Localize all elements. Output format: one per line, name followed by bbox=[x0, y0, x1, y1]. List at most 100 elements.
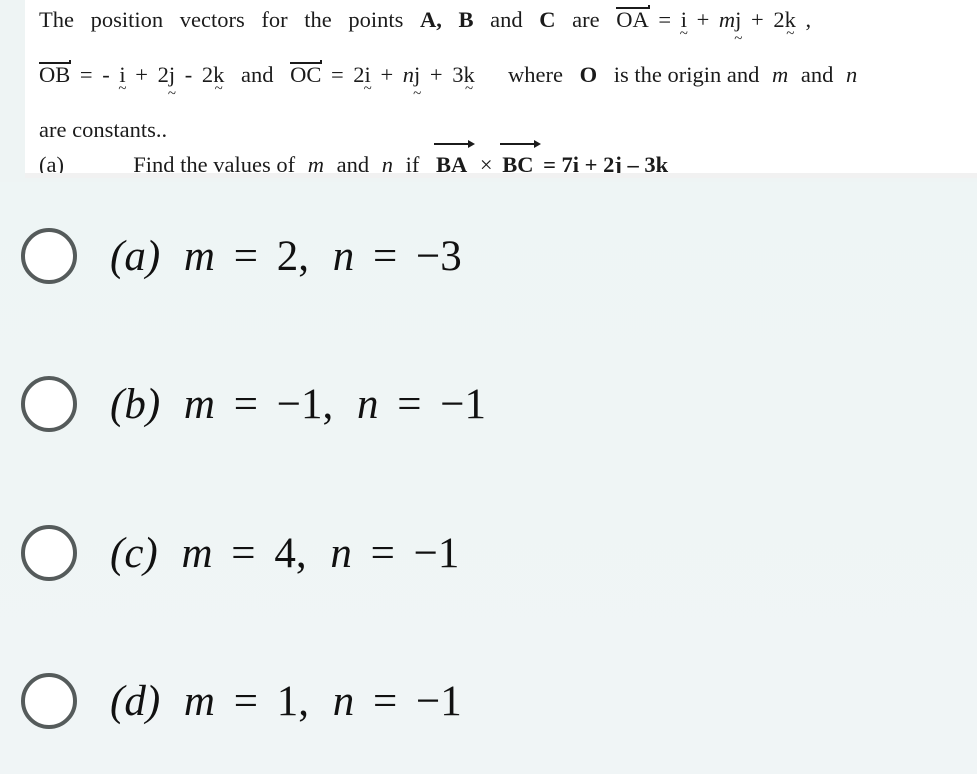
unit-vector-j: j ~ bbox=[167, 62, 176, 102]
variable-n: n bbox=[332, 677, 355, 725]
question-word-and: and bbox=[240, 62, 274, 87]
equals-sign: = bbox=[372, 232, 398, 280]
plus-sign: + bbox=[429, 62, 443, 87]
question-word: vectors bbox=[179, 7, 245, 32]
variable-n: n bbox=[356, 380, 379, 428]
value-n: −1 bbox=[413, 529, 460, 577]
coefficient-two: 2 bbox=[157, 62, 169, 87]
coefficient-two: 2 bbox=[773, 7, 785, 32]
plus-sign: + bbox=[696, 7, 710, 32]
equals-sign: = bbox=[370, 529, 395, 577]
comma: , bbox=[805, 7, 812, 32]
point-label-b: B bbox=[458, 7, 474, 32]
minus-sign: - bbox=[102, 62, 110, 87]
vector-ob: OB bbox=[39, 60, 72, 87]
variable-n: n bbox=[402, 62, 415, 87]
option-tag: (c) bbox=[110, 529, 158, 577]
question-line-2: OB = - i ~ + 2j ~ - 2k ~ and OC = 2i ~ + nj ~… bbox=[39, 60, 971, 102]
answer-options-list: (a) m = 2, n = −3 (b) m = −1, n = −1 (c)… bbox=[0, 182, 977, 774]
question-word: points bbox=[348, 7, 404, 32]
vector-oc: OC bbox=[290, 60, 323, 87]
radio-button-d[interactable] bbox=[21, 673, 77, 729]
unit-vector-i: i ~ bbox=[118, 62, 127, 97]
equals-sign: = bbox=[231, 529, 256, 577]
question-word-and: and bbox=[800, 62, 834, 87]
plus-sign: + bbox=[380, 62, 394, 87]
tilde-accent: ~ bbox=[734, 31, 743, 47]
arrow-icon bbox=[433, 139, 476, 149]
question-line-1: The position vectors for the points A, B… bbox=[39, 5, 971, 47]
answer-option-b[interactable]: (b) m = −1, n = −1 bbox=[0, 368, 977, 440]
value-n: −1 bbox=[440, 380, 487, 428]
equals-sign: = bbox=[330, 62, 344, 87]
unit-vector-k: k ~ bbox=[213, 62, 225, 97]
value-m: 1, bbox=[276, 677, 309, 725]
tilde-accent: ~ bbox=[214, 81, 223, 97]
question-word: The bbox=[39, 7, 74, 32]
value-m: −1, bbox=[276, 380, 334, 428]
point-label-o: O bbox=[579, 62, 598, 87]
multiple-choice-question-page: The position vectors for the points A, B… bbox=[0, 0, 977, 774]
equals-sign: = bbox=[233, 232, 258, 280]
variable-m: m bbox=[181, 529, 213, 577]
option-tag: (d) bbox=[110, 677, 161, 725]
variable-m: m bbox=[183, 232, 215, 280]
answer-option-c-label: (c) m = 4, n = −1 bbox=[110, 532, 459, 575]
equals-sign: = bbox=[658, 7, 672, 32]
tilde-accent: ~ bbox=[679, 26, 688, 42]
equals-sign: = bbox=[397, 380, 422, 428]
radio-button-b[interactable] bbox=[21, 376, 77, 432]
option-tag: (b) bbox=[110, 380, 161, 428]
answer-option-a-label: (a) m = 2, n = −3 bbox=[110, 235, 462, 278]
equals-sign: = bbox=[79, 62, 93, 87]
tilde-accent: ~ bbox=[363, 81, 372, 97]
option-tag: (a) bbox=[110, 232, 161, 280]
radio-button-a[interactable] bbox=[21, 228, 77, 284]
minus-sign: - bbox=[184, 62, 193, 87]
question-phrase: is the origin and bbox=[613, 62, 760, 87]
equals-sign: = bbox=[233, 677, 258, 725]
answer-option-c[interactable]: (c) m = 4, n = −1 bbox=[0, 517, 977, 589]
unit-vector-i: i ~ bbox=[679, 7, 688, 42]
tilde-accent: ~ bbox=[413, 86, 422, 102]
question-word: for bbox=[261, 7, 288, 32]
question-word: the bbox=[304, 7, 332, 32]
answer-option-d-label: (d) m = 1, n = −1 bbox=[110, 680, 462, 723]
variable-m: m bbox=[771, 62, 789, 87]
value-n: −1 bbox=[415, 677, 462, 725]
unit-vector-j: j ~ bbox=[413, 62, 422, 102]
variable-n: n bbox=[332, 232, 355, 280]
equals-sign: = bbox=[372, 677, 398, 725]
answer-option-d[interactable]: (d) m = 1, n = −1 bbox=[0, 665, 977, 737]
variable-m: m bbox=[718, 7, 736, 32]
panel-bottom-edge bbox=[25, 173, 977, 178]
question-word-where: where bbox=[507, 62, 563, 87]
variable-n: n bbox=[845, 62, 858, 87]
arrow-icon bbox=[500, 139, 542, 149]
coefficient-three: 3 bbox=[452, 62, 464, 87]
coefficient-two: 2 bbox=[201, 62, 214, 87]
unit-vector-i: i ~ bbox=[363, 62, 372, 97]
point-label-a: A, bbox=[420, 7, 442, 32]
value-n: −3 bbox=[415, 232, 462, 280]
tilde-accent: ~ bbox=[118, 81, 127, 97]
unit-vector-k: k ~ bbox=[463, 62, 475, 97]
plus-sign: + bbox=[135, 62, 148, 87]
question-word-are: are bbox=[572, 7, 600, 32]
question-word: position bbox=[90, 7, 164, 32]
question-image-sheet: The position vectors for the points A, B… bbox=[25, 0, 977, 178]
answer-option-a[interactable]: (a) m = 2, n = −3 bbox=[0, 220, 977, 292]
plus-sign: + bbox=[751, 7, 764, 32]
value-m: 2, bbox=[276, 232, 309, 280]
variable-m: m bbox=[183, 380, 215, 428]
radio-button-c[interactable] bbox=[21, 525, 77, 581]
question-word-and: and bbox=[490, 7, 523, 32]
tilde-accent: ~ bbox=[786, 26, 795, 42]
unit-vector-j: j ~ bbox=[734, 7, 743, 47]
answer-option-b-label: (b) m = −1, n = −1 bbox=[110, 383, 486, 426]
question-panel: The position vectors for the points A, B… bbox=[0, 0, 977, 182]
tilde-accent: ~ bbox=[167, 86, 176, 102]
equals-sign: = bbox=[233, 380, 258, 428]
unit-vector-k: k ~ bbox=[784, 7, 796, 42]
variable-n: n bbox=[330, 529, 352, 577]
